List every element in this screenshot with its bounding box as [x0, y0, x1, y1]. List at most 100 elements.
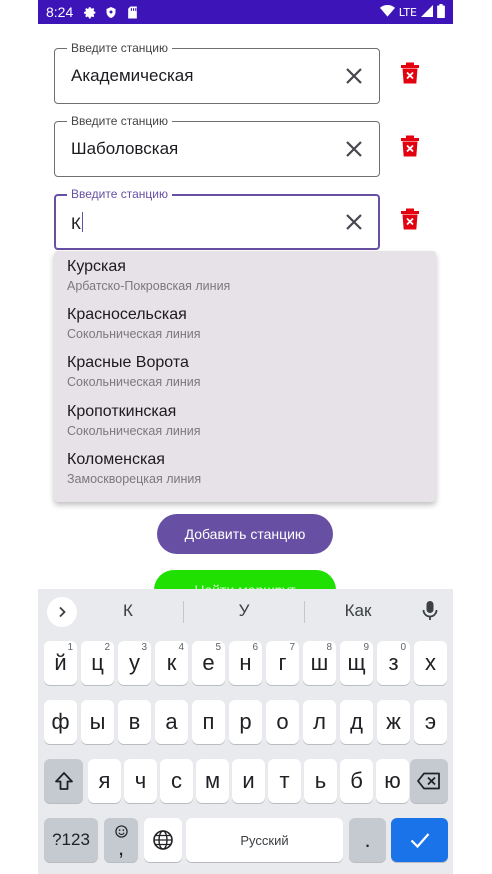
suggestion-item[interactable]: Коломенская Замоскворецкая линия: [67, 451, 201, 486]
shift-key[interactable]: [44, 759, 83, 803]
key-р[interactable]: р: [229, 700, 262, 744]
key-о[interactable]: о: [266, 700, 299, 744]
key-ж[interactable]: ж: [377, 700, 410, 744]
key-д[interactable]: д: [340, 700, 373, 744]
space-key[interactable]: Русский: [186, 818, 343, 862]
status-bar: 8:24 LTE: [38, 0, 453, 24]
app-screen: 8:24 LTE Введите станцию Академическая В…: [38, 0, 453, 874]
key-label: ц: [91, 650, 104, 675]
station-field-label: Введите станцию: [67, 187, 172, 201]
keyboard-suggestion[interactable]: К: [88, 601, 168, 621]
key-б[interactable]: б: [340, 759, 373, 803]
station-field-value: К: [71, 212, 83, 234]
key-ц[interactable]: ц2: [81, 641, 114, 685]
symbols-key[interactable]: ?123: [44, 818, 98, 862]
key-hint: 5: [215, 642, 221, 653]
station-field-3[interactable]: Введите станцию К: [54, 187, 380, 250]
key-е[interactable]: е5: [192, 641, 225, 685]
enter-key[interactable]: [391, 818, 448, 862]
key-label: г: [278, 650, 287, 675]
key-label: ш: [310, 650, 329, 675]
key-ы[interactable]: ы: [81, 700, 114, 744]
text-cursor: [81, 212, 83, 232]
typed-text: К: [71, 214, 81, 233]
keyboard-suggestion[interactable]: У: [204, 601, 284, 621]
chevron-right-icon: [59, 606, 66, 618]
add-station-button[interactable]: Добавить станцию: [157, 514, 333, 554]
suggestion-item[interactable]: Курская Арбатско-Покровская линия: [67, 258, 230, 293]
suggestion-item[interactable]: Красные Ворота Сокольническая линия: [67, 354, 201, 389]
suggestions-dropdown: Курская Арбатско-Покровская линия Красно…: [54, 251, 436, 502]
key-с[interactable]: с: [160, 759, 193, 803]
key-ш[interactable]: ш8: [303, 641, 336, 685]
key-ь[interactable]: ь: [304, 759, 337, 803]
divider: [304, 601, 305, 623]
suggestion-item[interactable]: Красносельская Сокольническая линия: [67, 306, 201, 341]
key-г[interactable]: г7: [266, 641, 299, 685]
key-к[interactable]: к4: [155, 641, 188, 685]
delete-station-1-icon[interactable]: [401, 62, 421, 86]
suggestion-line: Арбатско-Покровская линия: [67, 279, 231, 293]
suggestion-line: Замоскворецкая линия: [67, 472, 202, 486]
key-label: щ: [347, 650, 366, 675]
key-л[interactable]: л: [303, 700, 336, 744]
settings-icon: [83, 5, 97, 19]
station-field-value: Шаболовская: [71, 139, 179, 158]
clear-icon[interactable]: [343, 211, 365, 233]
emoji-comma-key[interactable]: ,: [104, 818, 138, 862]
key-у[interactable]: у3: [118, 641, 151, 685]
key-х[interactable]: х: [414, 641, 447, 685]
key-hint: 0: [400, 642, 406, 653]
key-м[interactable]: м: [196, 759, 229, 803]
station-field-2[interactable]: Введите станцию Шаболовская: [54, 114, 380, 177]
network-type: LTE: [398, 5, 417, 19]
language-key[interactable]: [144, 818, 182, 862]
period-key[interactable]: .: [349, 818, 386, 862]
key-ч[interactable]: ч: [124, 759, 157, 803]
shift-icon: [54, 772, 73, 790]
key-а[interactable]: а: [155, 700, 188, 744]
key-label: з: [388, 650, 399, 675]
key-з[interactable]: з0: [377, 641, 410, 685]
suggestion-station: Курская: [67, 258, 126, 275]
key-я[interactable]: я: [88, 759, 121, 803]
microphone-icon[interactable]: [422, 600, 438, 622]
station-field-value: Академическая: [71, 66, 194, 85]
suggestion-line: Сокольническая линия: [67, 424, 201, 438]
key-щ[interactable]: щ9: [340, 641, 373, 685]
key-ф[interactable]: ф: [44, 700, 77, 744]
suggestion-station: Коломенская: [67, 451, 165, 468]
suggestion-item[interactable]: Кропоткинская Сокольническая линия: [67, 403, 201, 438]
key-label: к: [166, 650, 177, 675]
key-hint: 6: [252, 642, 258, 653]
key-э[interactable]: э: [414, 700, 447, 744]
expand-toolbar-button[interactable]: [47, 597, 77, 627]
shield-icon: [104, 5, 118, 19]
key-п[interactable]: п: [192, 700, 225, 744]
key-т[interactable]: т: [268, 759, 301, 803]
suggestion-station: Кропоткинская: [67, 403, 177, 420]
key-hint: 4: [178, 642, 184, 653]
backspace-key[interactable]: [410, 759, 448, 803]
delete-station-2-icon[interactable]: [401, 135, 421, 159]
key-н[interactable]: н6: [229, 641, 262, 685]
soft-keyboard: К У Как й1 ц2 у3 к4 е5 н6 г7 ш8 щ9 з0 х …: [38, 589, 453, 874]
backspace-icon: [417, 772, 440, 790]
key-hint: 2: [104, 642, 110, 653]
key-hint: 7: [289, 642, 295, 653]
station-field-1[interactable]: Введите станцию Академическая: [54, 41, 380, 104]
delete-station-3-icon[interactable]: [401, 208, 421, 232]
station-field-label: Введите станцию: [67, 41, 172, 55]
clear-icon[interactable]: [343, 138, 365, 160]
key-й[interactable]: й1: [44, 641, 77, 685]
status-right: LTE: [379, 3, 445, 21]
key-и[interactable]: и: [232, 759, 265, 803]
key-в[interactable]: в: [118, 700, 151, 744]
key-ю[interactable]: ю: [376, 759, 409, 803]
clear-icon[interactable]: [343, 65, 365, 87]
globe-icon: [153, 830, 173, 850]
keyboard-suggestion[interactable]: Как: [318, 601, 398, 621]
divider: [183, 601, 184, 623]
keyboard-suggestion-strip: К У Как: [38, 589, 453, 633]
wifi-icon: [379, 4, 395, 20]
